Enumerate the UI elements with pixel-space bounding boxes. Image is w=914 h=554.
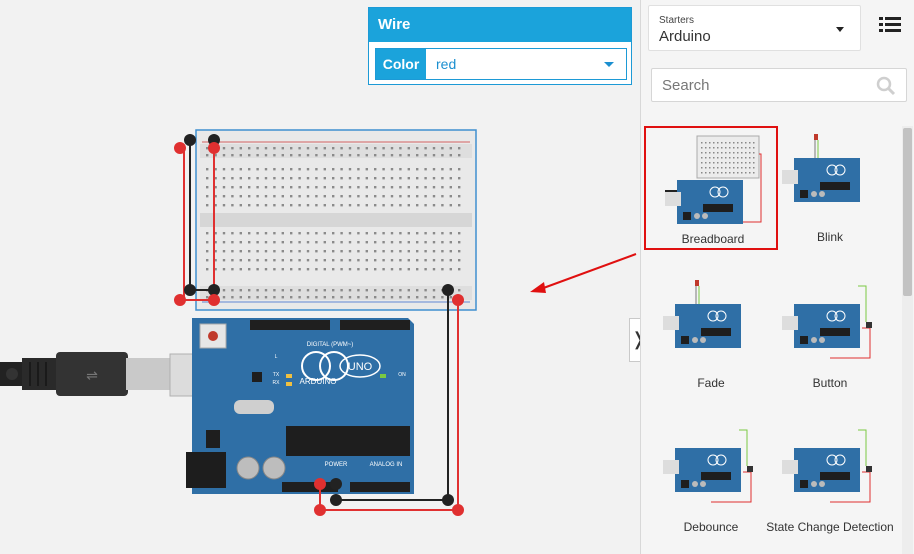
starter-tile-label: State Change Detection	[766, 520, 894, 534]
wire-color-dropdown[interactable]: red	[428, 49, 626, 79]
starter-thumbnail	[665, 135, 762, 224]
wire-color-label: Color	[376, 49, 426, 79]
annotation-arrowhead	[530, 282, 546, 293]
l-label: L	[275, 354, 278, 360]
power-label: POWER	[325, 462, 348, 468]
chevron-down-icon	[836, 27, 844, 32]
search-box	[651, 68, 907, 102]
starters-category-value: Arduino	[659, 28, 711, 45]
wire-inspector-panel: Wire Color red	[368, 7, 632, 85]
scrollbar-thumb[interactable]	[903, 128, 912, 296]
starters-category-label: Starters	[659, 15, 695, 26]
chevron-down-icon	[604, 62, 614, 67]
starter-tile-label: Breadboard	[681, 232, 745, 246]
starter-tile-breadboard[interactable]: Breadboard	[644, 126, 778, 250]
starter-thumbnail	[782, 429, 872, 503]
starters-dropdown[interactable]: Starters Arduino	[648, 5, 861, 51]
starter-tile-label: Debounce	[683, 520, 739, 534]
wire-color-row: Color red	[375, 48, 627, 80]
tx-label: TX	[273, 372, 280, 378]
search-icon[interactable]	[876, 76, 896, 96]
breadboard[interactable]	[195, 129, 477, 311]
circuit-canvas[interactable]: ⇌ ARDUINO UNO DIGITAL (PWM~) POWER ANALO…	[0, 0, 640, 554]
starter-tile-fade[interactable]: Fade	[644, 272, 778, 396]
starter-tile-button[interactable]: Button	[763, 272, 897, 396]
board-model: UNO	[348, 361, 373, 373]
starter-tile-label: Button	[812, 376, 848, 390]
starter-tile-blink[interactable]: Blink	[763, 126, 897, 250]
rx-label: RX	[273, 380, 281, 386]
starter-thumbnail	[782, 285, 872, 359]
board-brand: ARDUINO	[300, 377, 337, 386]
starter-tile-state-change-detection[interactable]: State Change Detection	[763, 416, 897, 540]
digital-label: DIGITAL (PWM~)	[307, 342, 354, 348]
wire-color-value: red	[436, 56, 457, 72]
svg-text:⇌: ⇌	[86, 368, 98, 384]
analog-label: ANALOG IN	[370, 462, 403, 468]
wire-panel-title: Wire	[369, 8, 631, 42]
list-view-button[interactable]	[879, 15, 901, 35]
components-sidebar: Starters Arduino Breadboard Blink Fade Butt…	[640, 0, 914, 554]
starter-thumbnail	[663, 280, 741, 348]
search-input[interactable]	[660, 76, 864, 95]
starter-tile-label: Fade	[697, 376, 725, 390]
on-label: ON	[398, 372, 406, 378]
annotation-arrow	[537, 253, 637, 291]
sidebar-scrollbar[interactable]	[902, 126, 913, 554]
starter-thumbnail	[782, 134, 860, 202]
arduino-uno[interactable]: ARDUINO UNO DIGITAL (PWM~) POWER ANALOG …	[186, 318, 414, 494]
starter-thumbnail	[663, 429, 753, 503]
starter-tile-debounce[interactable]: Debounce	[644, 416, 778, 540]
starter-tile-label: Blink	[816, 230, 843, 244]
